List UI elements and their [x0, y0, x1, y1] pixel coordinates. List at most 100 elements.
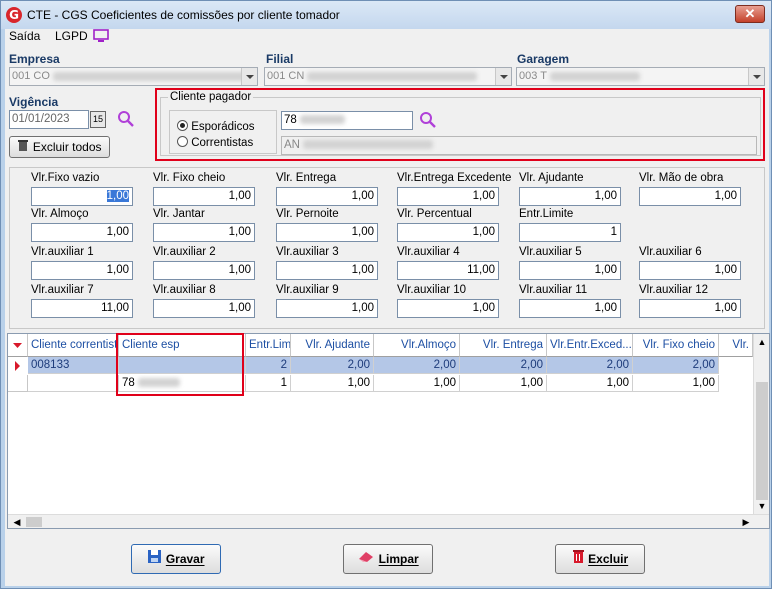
field-input[interactable]: 1,00	[639, 261, 741, 280]
menu-lgpd[interactable]: LGPD	[55, 29, 88, 43]
field-input[interactable]: 11,00	[31, 299, 133, 318]
calendar-icon[interactable]: 15	[90, 111, 106, 128]
table-cell[interactable]: 2	[246, 357, 291, 374]
grid-column-header[interactable]: Cliente correntista	[28, 334, 119, 357]
grid-column-header[interactable]: Entr.Lim	[246, 334, 291, 357]
main-window: G CTE - CGS Coeficientes de comissões po…	[0, 0, 772, 589]
scroll-thumb[interactable]	[756, 382, 768, 500]
table-cell[interactable]: 1,00	[460, 375, 547, 392]
grid-column-header[interactable]: Vlr.Entr.Exced...	[547, 334, 633, 357]
field-label: Vlr.auxiliar 7	[31, 284, 94, 296]
vigencia-label: Vigência	[9, 95, 59, 109]
garagem-label: Garagem	[517, 52, 570, 66]
table-cell[interactable]: 2,00	[374, 357, 460, 374]
field-input[interactable]: 1,00	[276, 261, 378, 280]
filial-combo[interactable]: 001 CN	[264, 67, 512, 86]
table-cell[interactable]: 1,00	[374, 375, 460, 392]
highlight-box-cliente-pagador	[155, 88, 765, 161]
field-label: Vlr. Mão de obra	[639, 172, 724, 184]
trash-icon	[572, 546, 585, 574]
excluir-todos-button[interactable]: Excluir todos	[9, 136, 110, 158]
filial-label: Filial	[266, 52, 294, 66]
table-cell[interactable]: 2,00	[291, 357, 374, 374]
chevron-down-icon[interactable]	[495, 68, 511, 85]
field-label: Vlr.auxiliar 10	[397, 284, 467, 296]
field-input[interactable]: 1,00	[397, 187, 499, 206]
field-label: Vlr.auxiliar 3	[276, 246, 339, 258]
field-label: Vlr.auxiliar 9	[276, 284, 339, 296]
close-button[interactable]: ✕	[735, 5, 765, 23]
field-input[interactable]: 1,00	[639, 299, 741, 318]
filial-value: 001 CN	[267, 70, 305, 82]
table-cell[interactable]: 1,00	[633, 375, 719, 392]
grid-column-header[interactable]: Vlr. Fixo cheio	[633, 334, 719, 357]
field-label: Vlr.Entrega Excedente	[397, 172, 512, 184]
field-input[interactable]: 1,00	[519, 187, 621, 206]
table-cell[interactable]: 1,00	[291, 375, 374, 392]
table-cell[interactable]: 008133	[28, 357, 119, 374]
eraser-icon	[357, 546, 375, 574]
field-label: Vlr. Percentual	[397, 208, 472, 220]
field-input[interactable]: 1,00	[519, 299, 621, 318]
field-label: Vlr.auxiliar 12	[639, 284, 709, 296]
field-input[interactable]: 1,00	[276, 187, 378, 206]
field-input[interactable]: 1,00	[639, 187, 741, 206]
menu-saida[interactable]: Saída	[9, 29, 40, 43]
scroll-up-icon[interactable]: ▲	[754, 334, 769, 350]
grid-column-header[interactable]: Vlr.Almoço	[374, 334, 460, 357]
limpar-label: Limpar	[378, 552, 419, 566]
field-label: Vlr.auxiliar 6	[639, 246, 702, 258]
limpar-button[interactable]: Limpar	[343, 544, 433, 574]
empresa-label: Empresa	[9, 52, 60, 66]
field-input[interactable]: 1,00	[153, 299, 255, 318]
field-label: Vlr.auxiliar 4	[397, 246, 460, 258]
field-input[interactable]: 1,00	[31, 261, 133, 280]
table-cell[interactable]: 1,00	[547, 375, 633, 392]
field-input[interactable]: 1,00	[153, 223, 255, 242]
scroll-down-icon[interactable]: ▼	[754, 498, 769, 514]
field-input[interactable]: 1	[519, 223, 621, 242]
field-label: Vlr. Pernoite	[276, 208, 339, 220]
horizontal-scrollbar[interactable]: ◀ ▶	[8, 514, 769, 528]
field-input[interactable]: 1,00	[31, 223, 133, 242]
scroll-thumb-horizontal[interactable]	[26, 517, 42, 527]
grid-column-header[interactable]: Vlr. Entrega	[460, 334, 547, 357]
field-label: Vlr.Fixo vazio	[31, 172, 100, 184]
field-input-selected-text: 1,00	[106, 190, 129, 202]
monitor-icon[interactable]	[93, 29, 109, 46]
redacted-text	[307, 71, 478, 81]
table-cell[interactable]: 2,00	[633, 357, 719, 374]
field-input[interactable]: 1,00	[153, 187, 255, 206]
search-icon[interactable]	[117, 110, 135, 131]
field-label: Vlr. Fixo cheio	[153, 172, 226, 184]
grid-corner	[8, 334, 28, 357]
table-cell[interactable]: 2,00	[547, 357, 633, 374]
title-bar: G CTE - CGS Coeficientes de comissões po…	[1, 1, 771, 29]
field-input[interactable]: 11,00	[397, 261, 499, 280]
current-row-icon	[8, 357, 28, 375]
grid-column-header[interactable]: Vlr. Ajudante	[291, 334, 374, 357]
vigencia-date-input[interactable]: 01/01/2023	[9, 110, 89, 129]
field-input[interactable]: 1,00	[276, 299, 378, 318]
field-input[interactable]: 1,00	[519, 261, 621, 280]
chevron-down-icon[interactable]	[241, 68, 257, 85]
grid-column-header[interactable]: Vlr.	[719, 334, 753, 357]
gravar-button[interactable]: Gravar	[131, 544, 221, 574]
field-input[interactable]: 1,00	[31, 187, 133, 206]
scroll-left-icon[interactable]: ◀	[10, 515, 24, 528]
field-input[interactable]: 1,00	[276, 223, 378, 242]
empresa-combo[interactable]: 001 CO	[9, 67, 258, 86]
field-input[interactable]: 1,00	[153, 261, 255, 280]
table-cell[interactable]: 2,00	[460, 357, 547, 374]
excluir-button[interactable]: Excluir	[555, 544, 645, 574]
garagem-combo[interactable]: 003 T	[516, 67, 765, 86]
field-input[interactable]: 1,00	[397, 223, 499, 242]
scroll-right-icon[interactable]: ▶	[739, 515, 753, 528]
vertical-scrollbar[interactable]: ▲ ▼	[753, 334, 769, 514]
table-cell[interactable]	[28, 375, 119, 392]
client-area: Saída LGPD Empresa 001 CO Filial 001 CN …	[5, 29, 770, 586]
field-input[interactable]: 1,00	[397, 299, 499, 318]
table-cell[interactable]: 1	[246, 375, 291, 392]
chevron-down-icon[interactable]	[748, 68, 764, 85]
field-label: Vlr.auxiliar 1	[31, 246, 94, 258]
